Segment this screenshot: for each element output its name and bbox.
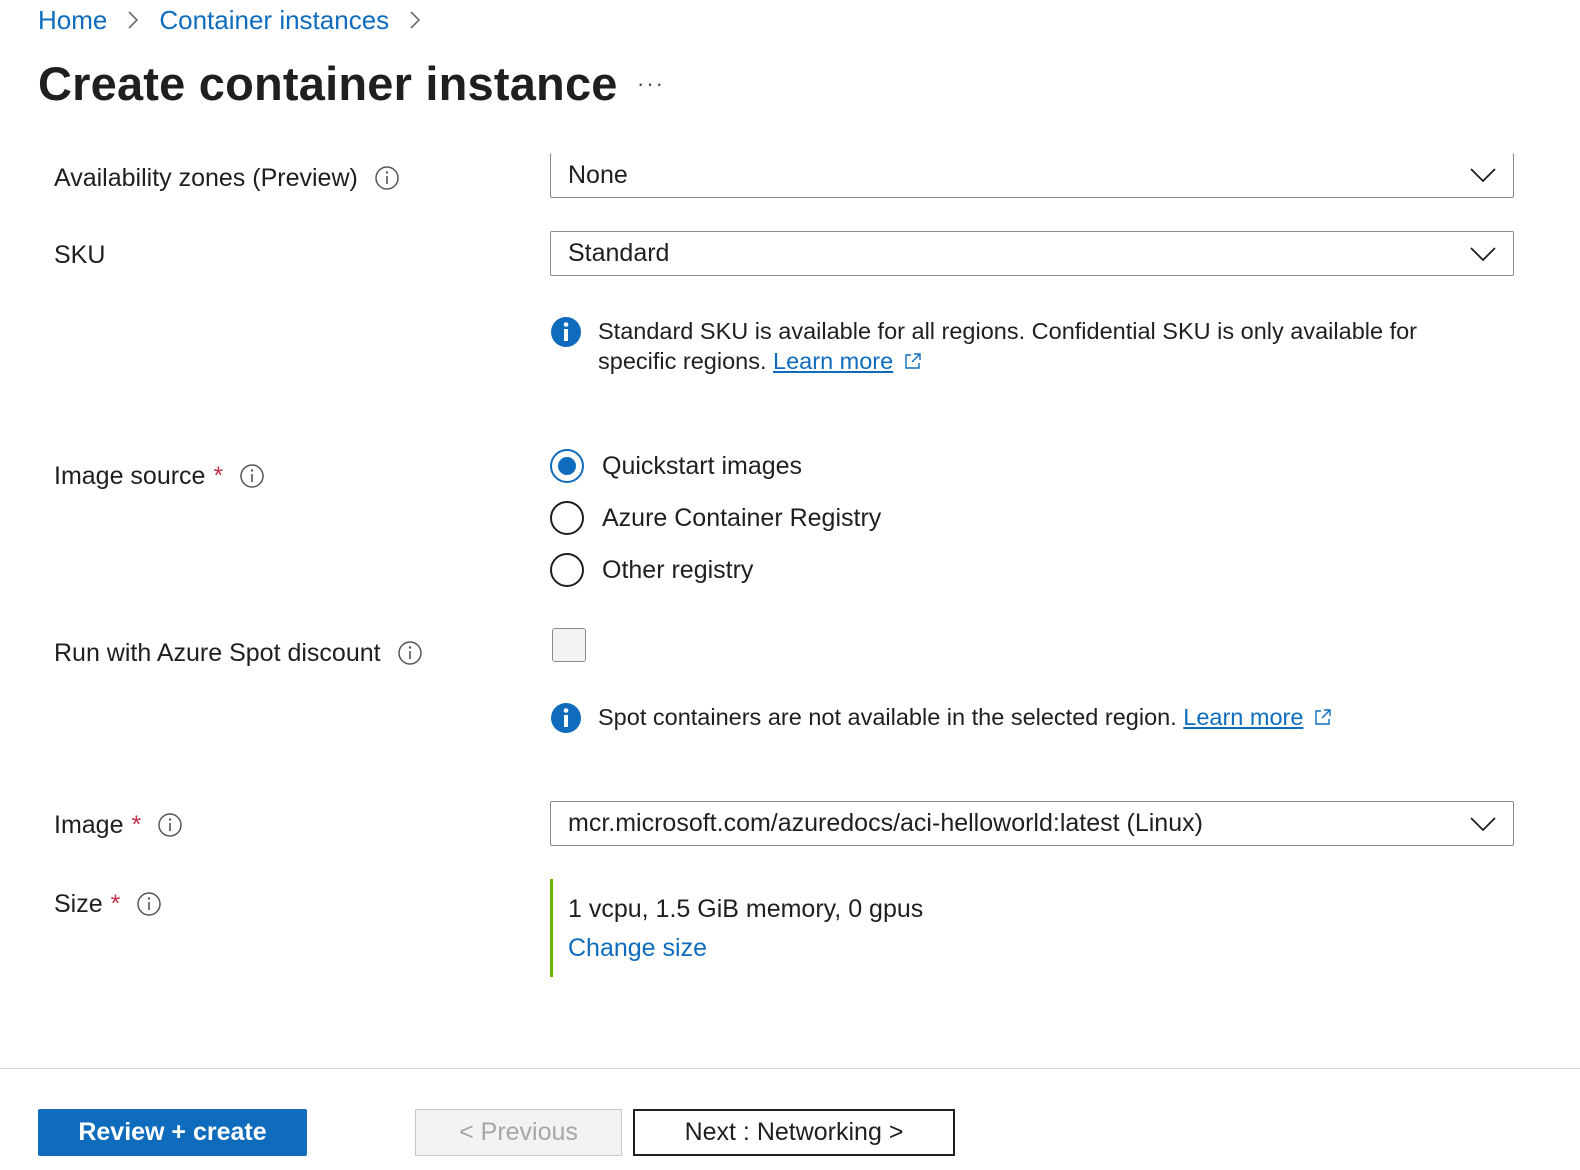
chevron-right-icon — [407, 10, 423, 30]
sku-learn-more-link[interactable]: Learn more — [773, 348, 893, 374]
breadcrumb-container-instances[interactable]: Container instances — [159, 5, 389, 36]
external-link-icon[interactable] — [1313, 707, 1333, 727]
info-icon[interactable] — [239, 463, 265, 489]
spot-info-text-wrap: Spot containers are not available in the… — [598, 702, 1333, 732]
info-filled-icon — [550, 316, 582, 348]
radio-azure-container-registry[interactable]: Azure Container Registry — [550, 492, 881, 544]
availability-zones-value: None — [568, 160, 628, 189]
external-link-icon[interactable] — [903, 351, 923, 371]
spot-discount-checkbox[interactable] — [552, 628, 586, 662]
radio-label: Azure Container Registry — [602, 503, 882, 532]
page-title: Create container instance — [38, 57, 618, 110]
image-dropdown[interactable]: mcr.microsoft.com/azuredocs/aci-hellowor… — [550, 801, 1514, 846]
info-icon[interactable] — [136, 891, 162, 917]
size-label: Size * — [54, 886, 162, 922]
image-source-radio-group: Quickstart images Azure Container Regist… — [550, 440, 881, 596]
radio-button[interactable] — [550, 501, 584, 535]
sku-info-text: Standard SKU is available for all region… — [598, 318, 1418, 374]
image-source-label-text: Image source — [54, 461, 206, 490]
change-size-link[interactable]: Change size — [568, 934, 923, 963]
size-label-text: Size — [54, 889, 103, 918]
size-value: 1 vcpu, 1.5 GiB memory, 0 gpus — [568, 895, 924, 923]
review-create-button[interactable]: Review + create — [38, 1109, 307, 1156]
more-options-button[interactable]: ··· — [634, 70, 668, 104]
sku-label: SKU — [54, 237, 105, 273]
info-icon[interactable] — [157, 812, 183, 838]
image-label: Image * — [54, 807, 183, 843]
image-label-text: Image — [54, 810, 124, 839]
chevron-down-icon — [1469, 246, 1497, 262]
required-asterisk: * — [213, 461, 224, 490]
create-container-instance-page: Home Container instances Create containe… — [0, 0, 1580, 1170]
info-filled-icon — [550, 702, 582, 734]
spot-info-text: Spot containers are not available in the… — [598, 704, 1177, 730]
info-icon[interactable] — [374, 165, 400, 191]
image-value: mcr.microsoft.com/azuredocs/aci-hellowor… — [568, 809, 1203, 837]
sku-value: Standard — [568, 239, 670, 267]
sku-label-text: SKU — [54, 240, 106, 269]
radio-button-selected[interactable] — [550, 449, 584, 483]
required-asterisk: * — [131, 810, 142, 839]
spot-discount-label-text: Run with Azure Spot discount — [54, 638, 381, 667]
required-asterisk: * — [110, 889, 121, 918]
radio-label: Other registry — [602, 555, 754, 584]
availability-zones-dropdown[interactable]: None — [550, 153, 1514, 198]
size-summary: 1 vcpu, 1.5 GiB memory, 0 gpus Change si… — [550, 879, 923, 977]
breadcrumb-home[interactable]: Home — [38, 5, 107, 36]
radio-other-registry[interactable]: Other registry — [550, 544, 881, 596]
sku-info-message: Standard SKU is available for all region… — [550, 316, 1430, 376]
info-icon[interactable] — [397, 640, 423, 666]
availability-zones-label: Availability zones (Preview) — [54, 160, 400, 196]
spot-learn-more-link[interactable]: Learn more — [1183, 704, 1303, 730]
spot-discount-label: Run with Azure Spot discount — [54, 635, 423, 671]
image-source-label: Image source * — [54, 458, 265, 494]
availability-zones-label-text: Availability zones (Preview) — [54, 163, 358, 192]
previous-button[interactable]: < Previous — [415, 1109, 622, 1156]
breadcrumb: Home Container instances — [38, 2, 441, 38]
next-networking-button[interactable]: Next : Networking > — [633, 1109, 955, 1156]
sku-dropdown[interactable]: Standard — [550, 231, 1514, 276]
chevron-down-icon — [1469, 167, 1497, 183]
radio-label: Quickstart images — [602, 451, 803, 480]
radio-quickstart-images[interactable]: Quickstart images — [550, 440, 881, 492]
chevron-down-icon — [1469, 816, 1497, 832]
chevron-right-icon — [125, 10, 141, 30]
footer-divider — [0, 1068, 1580, 1069]
spot-info-message: Spot containers are not available in the… — [550, 702, 1333, 734]
sku-info-text-wrap: Standard SKU is available for all region… — [598, 316, 1430, 376]
radio-button[interactable] — [550, 553, 584, 587]
